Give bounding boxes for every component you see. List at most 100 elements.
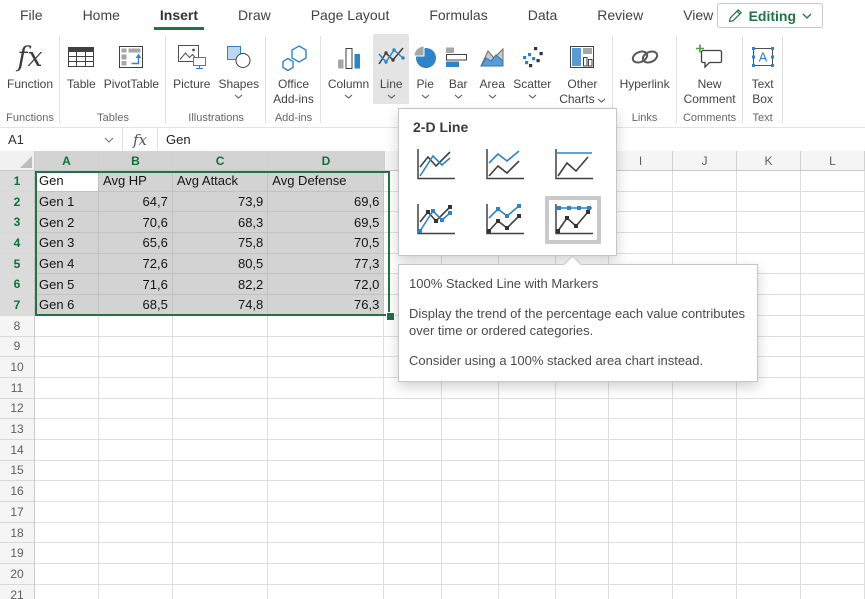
cell-A11[interactable] bbox=[35, 378, 99, 399]
cell-B21[interactable] bbox=[99, 585, 173, 599]
cell-F21[interactable] bbox=[442, 585, 499, 599]
cell-C16[interactable] bbox=[173, 481, 268, 502]
row-header-16[interactable]: 16 bbox=[0, 481, 35, 502]
cell-L14[interactable] bbox=[801, 440, 865, 461]
cell-B4[interactable]: 65,6 bbox=[99, 233, 173, 254]
row-header-21[interactable]: 21 bbox=[0, 585, 35, 599]
cell-E15[interactable] bbox=[384, 461, 441, 482]
cell-L5[interactable] bbox=[801, 254, 865, 275]
cell-J19[interactable] bbox=[673, 543, 737, 564]
cell-J15[interactable] bbox=[673, 461, 737, 482]
column-header-J[interactable]: J bbox=[673, 151, 737, 171]
chart-type-line[interactable] bbox=[411, 145, 459, 185]
row-header-5[interactable]: 5 bbox=[0, 254, 35, 275]
cell-D6[interactable]: 72,0 bbox=[268, 274, 384, 295]
cell-G17[interactable] bbox=[499, 502, 556, 523]
cell-B6[interactable]: 71,6 bbox=[99, 274, 173, 295]
cell-J18[interactable] bbox=[673, 523, 737, 544]
cell-L7[interactable] bbox=[801, 295, 865, 316]
cell-F20[interactable] bbox=[442, 564, 499, 585]
cell-A4[interactable]: Gen 3 bbox=[35, 233, 99, 254]
cell-B3[interactable]: 70,6 bbox=[99, 212, 173, 233]
cell-K15[interactable] bbox=[737, 461, 801, 482]
row-header-17[interactable]: 17 bbox=[0, 502, 35, 523]
cell-A20[interactable] bbox=[35, 564, 99, 585]
cell-L19[interactable] bbox=[801, 543, 865, 564]
cell-D14[interactable] bbox=[268, 440, 384, 461]
tab-insert[interactable]: Insert bbox=[140, 0, 218, 30]
cell-D13[interactable] bbox=[268, 419, 384, 440]
cell-F19[interactable] bbox=[442, 543, 499, 564]
area-chart-button[interactable]: Area bbox=[475, 34, 509, 104]
cell-A15[interactable] bbox=[35, 461, 99, 482]
cell-K16[interactable] bbox=[737, 481, 801, 502]
row-header-2[interactable]: 2 bbox=[0, 192, 35, 213]
cell-E12[interactable] bbox=[384, 399, 441, 420]
cell-G19[interactable] bbox=[499, 543, 556, 564]
cell-C18[interactable] bbox=[173, 523, 268, 544]
tab-data[interactable]: Data bbox=[508, 0, 578, 30]
cell-L6[interactable] bbox=[801, 274, 865, 295]
cell-G16[interactable] bbox=[499, 481, 556, 502]
select-all-corner[interactable] bbox=[0, 151, 35, 171]
cell-A3[interactable]: Gen 2 bbox=[35, 212, 99, 233]
row-header-4[interactable]: 4 bbox=[0, 233, 35, 254]
cell-C15[interactable] bbox=[173, 461, 268, 482]
office-addins-button[interactable]: Office Add-ins bbox=[269, 34, 318, 110]
cell-I21[interactable] bbox=[609, 585, 673, 599]
column-header-B[interactable]: B bbox=[99, 151, 173, 171]
cell-I4[interactable] bbox=[609, 233, 673, 254]
new-comment-button[interactable]: New Comment bbox=[680, 34, 740, 110]
function-button[interactable]: fx Function bbox=[3, 34, 57, 95]
cell-A6[interactable]: Gen 5 bbox=[35, 274, 99, 295]
cell-I17[interactable] bbox=[609, 502, 673, 523]
cell-K13[interactable] bbox=[737, 419, 801, 440]
cell-L18[interactable] bbox=[801, 523, 865, 544]
cell-D19[interactable] bbox=[268, 543, 384, 564]
cell-B12[interactable] bbox=[99, 399, 173, 420]
cell-D15[interactable] bbox=[268, 461, 384, 482]
cell-C9[interactable] bbox=[173, 337, 268, 358]
tab-file[interactable]: File bbox=[0, 0, 63, 30]
cell-L8[interactable] bbox=[801, 316, 865, 337]
cell-A13[interactable] bbox=[35, 419, 99, 440]
column-header-L[interactable]: L bbox=[801, 151, 865, 171]
cell-C14[interactable] bbox=[173, 440, 268, 461]
insert-function-button[interactable]: fx bbox=[123, 128, 158, 151]
row-header-18[interactable]: 18 bbox=[0, 523, 35, 544]
cell-L17[interactable] bbox=[801, 502, 865, 523]
cell-C5[interactable]: 80,5 bbox=[173, 254, 268, 275]
cell-K20[interactable] bbox=[737, 564, 801, 585]
cell-F12[interactable] bbox=[442, 399, 499, 420]
cell-L10[interactable] bbox=[801, 357, 865, 378]
cell-I18[interactable] bbox=[609, 523, 673, 544]
cell-I1[interactable] bbox=[609, 171, 673, 192]
cell-C20[interactable] bbox=[173, 564, 268, 585]
row-header-6[interactable]: 6 bbox=[0, 274, 35, 295]
cell-I3[interactable] bbox=[609, 212, 673, 233]
cell-F17[interactable] bbox=[442, 502, 499, 523]
column-header-I[interactable]: I bbox=[609, 151, 673, 171]
cell-L9[interactable] bbox=[801, 337, 865, 358]
cell-B10[interactable] bbox=[99, 357, 173, 378]
cell-J4[interactable] bbox=[673, 233, 737, 254]
cell-H19[interactable] bbox=[556, 543, 609, 564]
cell-C19[interactable] bbox=[173, 543, 268, 564]
cell-G13[interactable] bbox=[499, 419, 556, 440]
row-header-9[interactable]: 9 bbox=[0, 337, 35, 358]
cell-K2[interactable] bbox=[737, 192, 801, 213]
cell-K12[interactable] bbox=[737, 399, 801, 420]
cell-L13[interactable] bbox=[801, 419, 865, 440]
cell-K3[interactable] bbox=[737, 212, 801, 233]
chart-type-stacked-line[interactable] bbox=[480, 145, 528, 185]
row-header-14[interactable]: 14 bbox=[0, 440, 35, 461]
cell-L1[interactable] bbox=[801, 171, 865, 192]
cell-A17[interactable] bbox=[35, 502, 99, 523]
cell-D5[interactable]: 77,3 bbox=[268, 254, 384, 275]
tab-home[interactable]: Home bbox=[63, 0, 140, 30]
cell-J12[interactable] bbox=[673, 399, 737, 420]
cell-D4[interactable]: 70,5 bbox=[268, 233, 384, 254]
fill-handle[interactable] bbox=[386, 312, 395, 321]
row-header-3[interactable]: 3 bbox=[0, 212, 35, 233]
cell-L21[interactable] bbox=[801, 585, 865, 599]
